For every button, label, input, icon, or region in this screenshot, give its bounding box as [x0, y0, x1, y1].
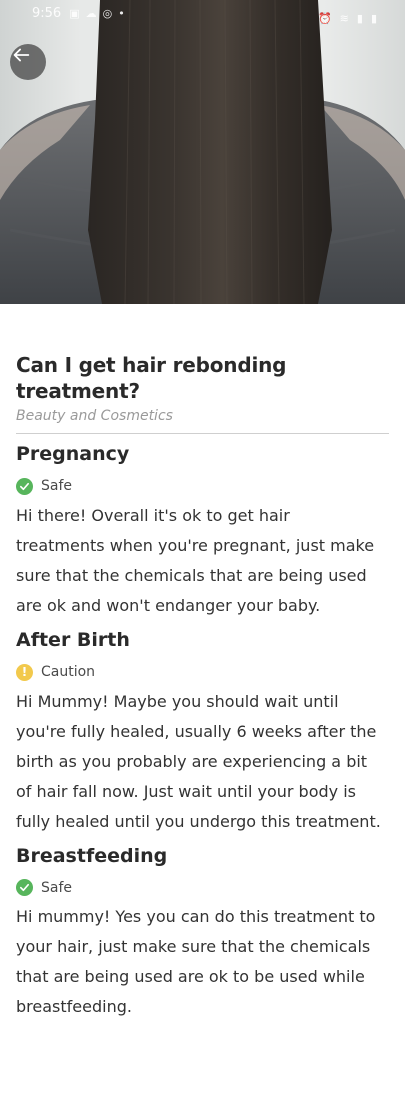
- status-row: Safe: [16, 477, 389, 495]
- image-icon: ▣: [69, 6, 80, 20]
- section-text: Hi Mummy! Maybe you should wait until yo…: [16, 691, 381, 831]
- section-breastfeeding: Breastfeeding Safe Hi mummy! Yes you can…: [16, 845, 389, 1023]
- status-row: Safe: [16, 879, 389, 897]
- check-circle-icon: [16, 879, 33, 897]
- divider: [16, 433, 389, 434]
- hero-image: 9:56 ▣ ☁ ◎ • ⏰ ≋ ▮ ▮: [0, 0, 405, 304]
- check-circle-icon: [16, 477, 33, 495]
- status-label: Safe: [41, 879, 73, 896]
- status-right-icons: ⏰ ≋ ▮ ▮: [318, 12, 377, 25]
- article-title: Can I get hair rebonding treatment?: [16, 353, 287, 403]
- alarm-icon: ⏰: [317, 12, 332, 25]
- instagram-icon: ◎: [102, 6, 113, 20]
- battery-icon: ▮: [370, 12, 377, 25]
- status-time: 9:56: [32, 5, 62, 21]
- status-left-icons: ▣ ☁ ◎ •: [69, 7, 125, 20]
- article-content: Can I get hair rebonding treatment? Beau…: [16, 352, 389, 1024]
- section-heading: After Birth: [16, 628, 130, 651]
- status-row: ! Caution: [16, 663, 389, 681]
- section-text: Hi mummy! Yes you can do this treatment …: [16, 907, 376, 1017]
- section-pregnancy: Pregnancy Safe Hi there! Overall it's ok…: [16, 443, 389, 621]
- cloud-icon: ☁: [85, 6, 97, 20]
- back-button[interactable]: [10, 44, 46, 80]
- status-label: Safe: [41, 478, 73, 495]
- wifi-icon: ≋: [339, 12, 349, 25]
- status-label: Caution: [41, 664, 96, 681]
- dot-icon: •: [118, 6, 125, 20]
- article-category: Beauty and Cosmetics: [16, 408, 173, 424]
- section-heading: Breastfeeding: [16, 844, 168, 867]
- section-after-birth: After Birth ! Caution Hi Mummy! Maybe yo…: [16, 629, 389, 837]
- exclamation-circle-icon: !: [16, 663, 33, 681]
- status-bar: 9:56 ▣ ☁ ◎ • ⏰ ≋ ▮ ▮: [0, 0, 405, 44]
- signal-icon: ▮: [356, 12, 363, 25]
- arrow-left-icon: [13, 48, 30, 62]
- section-text: Hi there! Overall it's ok to get hair tr…: [16, 505, 375, 615]
- hair-photo: [0, 0, 405, 304]
- section-heading: Pregnancy: [16, 443, 130, 465]
